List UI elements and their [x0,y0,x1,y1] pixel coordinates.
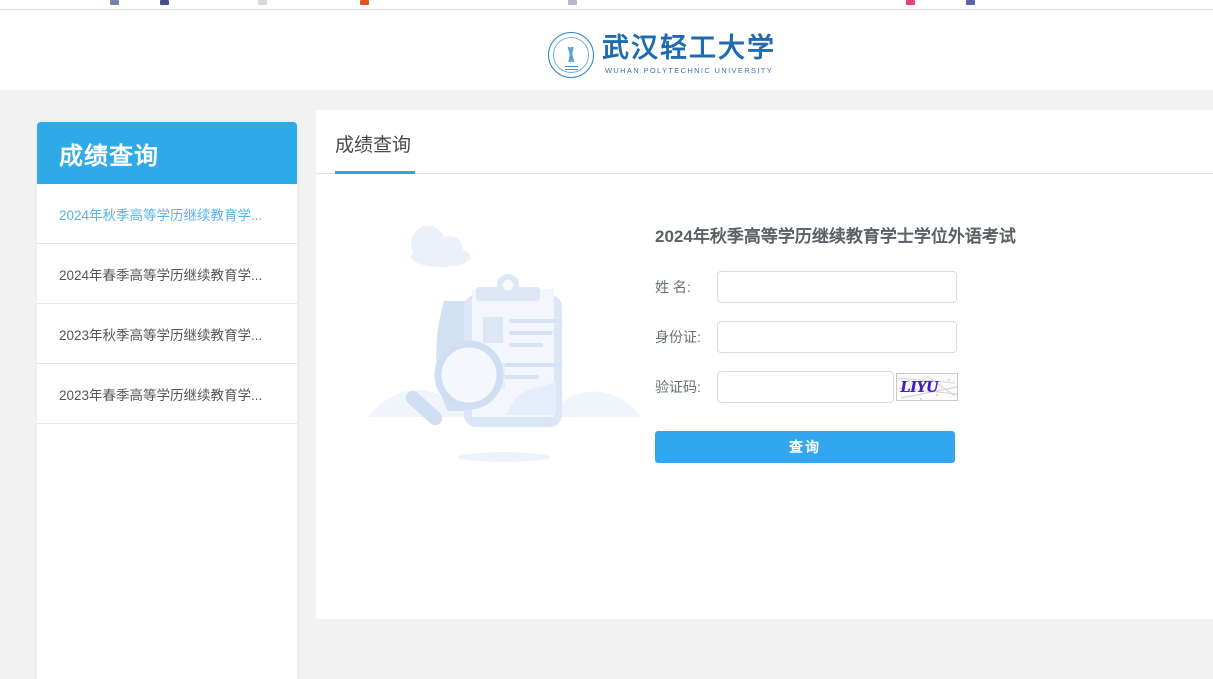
bookmark-icon-1[interactable] [110,0,119,5]
university-logo: 武汉轻工大学 WUHAN POLYTECHNIC UNIVERSITY [548,32,776,78]
captcha-image[interactable]: LIYU [896,373,958,401]
bookmark-icon-4[interactable] [360,0,369,5]
form-title: 2024年秋季高等学历继续教育学士学位外语考试 [655,222,1075,247]
id-number-input[interactable] [717,321,957,353]
bookmark-icon-3[interactable] [258,0,267,5]
sidebar-item-2023-spring[interactable]: 2023年春季高等学历继续教育学... [37,364,297,424]
id-row: 身份证: [655,321,1075,353]
clipboard-magnifier-search-illustration [356,205,656,485]
sidebar-item-2024-spring[interactable]: 2024年春季高等学历继续教育学... [37,244,297,304]
bookmark-icon-6[interactable] [906,0,915,5]
sidebar-empty-area [37,424,297,679]
sidebar-item-2024-autumn[interactable]: 2024年秋季高等学历继续教育学... [37,184,297,244]
name-label: 姓 名: [655,277,717,297]
sidebar-title: 成绩查询 [37,122,297,184]
id-label: 身份证: [655,327,717,347]
tab-active-indicator [335,171,415,174]
tab-bar: 成绩查询 [316,110,1213,174]
bookmark-icon-7[interactable] [966,0,975,5]
university-crest-icon [548,32,594,78]
crest-bird-glyph [558,47,584,62]
captcha-text: LIYU [900,377,938,397]
sidebar-item-label: 2024年春季高等学历继续教育学... [59,264,262,284]
logo-chinese-name: 武汉轻工大学 [602,35,776,62]
query-submit-button[interactable]: 查询 [655,431,955,463]
tab-score-query[interactable]: 成绩查询 [335,130,411,157]
captcha-input[interactable] [717,371,894,403]
sidebar-item-label: 2023年春季高等学历继续教育学... [59,384,262,404]
sidebar-item-label: 2023年秋季高等学历继续教育学... [59,324,262,344]
logo-text-block: 武汉轻工大学 WUHAN POLYTECHNIC UNIVERSITY [602,35,776,75]
site-header: 武汉轻工大学 WUHAN POLYTECHNIC UNIVERSITY [0,10,1213,90]
score-query-form: 2024年秋季高等学历继续教育学士学位外语考试 姓 名: 身份证: 验证码: [655,222,1075,463]
logo-english-name: WUHAN POLYTECHNIC UNIVERSITY [602,67,776,75]
sidebar-item-label: 2024年秋季高等学历继续教育学... [59,204,262,224]
browser-bookmark-bar-sliver [0,0,1213,9]
content-panel: 成绩查询 [316,110,1213,619]
name-input[interactable] [717,271,957,303]
captcha-row: 验证码: LIYU [655,371,1075,403]
bookmark-icon-2[interactable] [160,0,169,5]
crest-base-glyph [565,66,578,70]
sidebar-item-2023-autumn[interactable]: 2023年秋季高等学历继续教育学... [37,304,297,364]
captcha-label: 验证码: [655,377,717,397]
bookmark-icon-5[interactable] [568,0,577,5]
name-row: 姓 名: [655,271,1075,303]
sidebar: 成绩查询 2024年秋季高等学历继续教育学... 2024年春季高等学历继续教育… [37,122,297,679]
